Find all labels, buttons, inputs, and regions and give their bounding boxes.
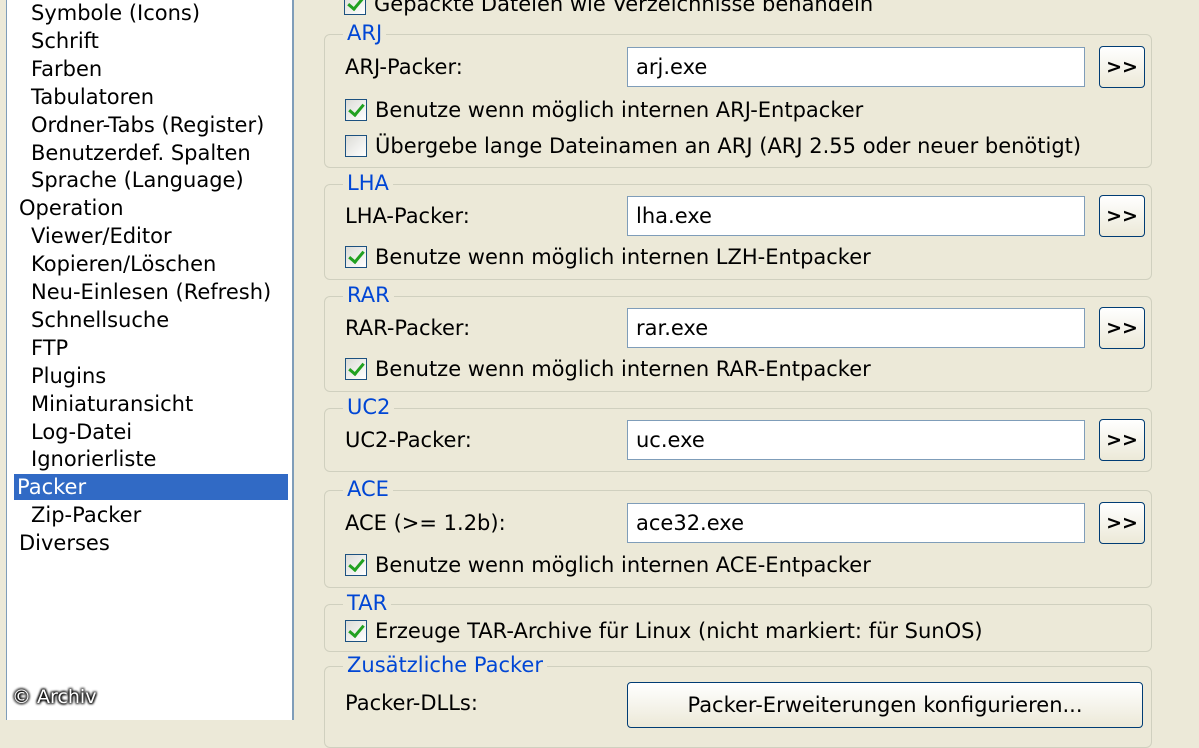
uc2-browse-button[interactable]: >> <box>1099 419 1145 461</box>
ace-packer-input[interactable]: ace32.exe <box>627 503 1085 543</box>
settings-tree[interactable]: Symbole (Icons) Schrift Farben Tabulatoren O… <box>0 0 294 720</box>
configure-packer-extensions-button[interactable]: Packer-Erweiterungen konfigurieren... <box>627 682 1143 728</box>
tree-item[interactable]: Symbole (Icons) <box>28 0 203 26</box>
group-uc2: UC2 UC2-Packer: uc.exe >> <box>324 395 1152 472</box>
tree-item[interactable]: FTP <box>28 335 71 361</box>
checkbox-box[interactable] <box>345 99 367 121</box>
group-title-arj: ARJ <box>343 21 387 45</box>
checkbox-label: Benutze wenn möglich internen ARJ-Entpac… <box>375 98 864 122</box>
packer-dlls-label: Packer-DLLs: <box>345 691 478 715</box>
checkbox-label: Benutze wenn möglich internen ACE-Entpac… <box>375 553 871 577</box>
checkbox-label: Gepackte Dateien wie Verzeichnisse behan… <box>374 0 874 16</box>
tree-item[interactable]: Ordner-Tabs (Register) <box>28 112 267 138</box>
tree-item[interactable]: Tabulatoren <box>28 84 157 110</box>
group-rar: RAR RAR-Packer: rar.exe >> Benutze wenn … <box>324 283 1152 392</box>
group-tar: TAR Erzeuge TAR-Archive für Linux (nicht… <box>324 591 1152 652</box>
uc2-packer-label: UC2-Packer: <box>345 428 472 452</box>
group-title-extra: Zusätzliche Packer <box>343 653 547 677</box>
checkbox-tar-linux[interactable]: Erzeuge TAR-Archive für Linux (nicht mar… <box>345 617 983 645</box>
tree-item[interactable]: Schrift <box>28 28 102 54</box>
lha-packer-label: LHA-Packer: <box>345 204 470 228</box>
group-extra-packers: Zusätzliche Packer Packer-DLLs: Packer-E… <box>324 653 1152 748</box>
tree-item[interactable]: Ignorierliste <box>28 446 159 472</box>
group-ace: ACE ACE (>= 1.2b): ace32.exe >> Benutze … <box>324 477 1152 588</box>
checkbox-box[interactable] <box>345 358 367 380</box>
checkbox-label: Übergebe lange Dateinamen an ARJ (ARJ 2.… <box>375 134 1082 158</box>
arj-packer-input[interactable]: arj.exe <box>627 47 1085 87</box>
rar-packer-label: RAR-Packer: <box>345 316 471 340</box>
tree-item[interactable]: Farben <box>28 56 105 82</box>
copyright-watermark: © Archiv <box>12 686 97 708</box>
tree-item[interactable]: Kopieren/Löschen <box>28 251 219 277</box>
tree-item[interactable]: Benutzerdef. Spalten <box>28 140 254 166</box>
lha-browse-button[interactable]: >> <box>1099 195 1145 237</box>
group-title-ace: ACE <box>343 477 393 501</box>
checkbox-label: Benutze wenn möglich internen LZH-Entpac… <box>375 245 871 269</box>
checkbox-box[interactable] <box>345 554 367 576</box>
lha-packer-input[interactable]: lha.exe <box>627 196 1085 236</box>
uc2-packer-input[interactable]: uc.exe <box>627 420 1085 460</box>
tree-item[interactable]: Plugins <box>28 363 109 389</box>
tree-item[interactable]: Diverses <box>16 530 113 556</box>
checkbox-rar-internal[interactable]: Benutze wenn möglich internen RAR-Entpac… <box>345 355 871 383</box>
rar-packer-input[interactable]: rar.exe <box>627 308 1085 348</box>
group-arj: ARJ ARJ-Packer: arj.exe >> Benutze wenn … <box>324 21 1152 168</box>
tree-item[interactable]: Miniaturansicht <box>28 391 196 417</box>
tree-item[interactable]: Neu-Einlesen (Refresh) <box>28 279 274 305</box>
rar-browse-button[interactable]: >> <box>1099 307 1145 349</box>
group-title-uc2: UC2 <box>343 395 395 419</box>
checkbox-packed-as-folders[interactable]: Gepackte Dateien wie Verzeichnisse behan… <box>344 0 873 18</box>
checkbox-arj-internal[interactable]: Benutze wenn möglich internen ARJ-Entpac… <box>345 96 863 124</box>
packer-settings-panel: Gepackte Dateien wie Verzeichnisse behan… <box>294 0 1199 748</box>
tree-item[interactable]: Operation <box>16 195 127 221</box>
checkbox-label: Erzeuge TAR-Archive für Linux (nicht mar… <box>375 619 983 643</box>
arj-browse-button[interactable]: >> <box>1099 46 1145 88</box>
tree-item[interactable]: Schnellsuche <box>28 307 172 333</box>
checkbox-box[interactable] <box>345 246 367 268</box>
checkbox-label: Benutze wenn möglich internen RAR-Entpac… <box>375 357 871 381</box>
tree-item[interactable]: Viewer/Editor <box>28 223 175 249</box>
group-title-lha: LHA <box>343 171 393 195</box>
group-lha: LHA LHA-Packer: lha.exe >> Benutze wenn … <box>324 171 1152 280</box>
tree-item[interactable]: Sprache (Language) <box>28 167 247 193</box>
ace-packer-label: ACE (>= 1.2b): <box>345 511 506 535</box>
tree-item[interactable]: Log-Datei <box>28 419 135 445</box>
checkbox-box[interactable] <box>344 0 366 15</box>
checkbox-box[interactable] <box>345 620 367 642</box>
arj-packer-label: ARJ-Packer: <box>345 55 463 79</box>
group-title-rar: RAR <box>343 283 394 307</box>
group-title-tar: TAR <box>343 591 392 615</box>
ace-browse-button[interactable]: >> <box>1099 502 1145 544</box>
checkbox-box[interactable] <box>345 135 367 157</box>
checkbox-lzh-internal[interactable]: Benutze wenn möglich internen LZH-Entpac… <box>345 243 871 271</box>
tree-item[interactable]: Zip-Packer <box>28 502 144 528</box>
tree-border <box>0 0 7 720</box>
checkbox-arj-longnames[interactable]: Übergebe lange Dateinamen an ARJ (ARJ 2.… <box>345 132 1081 160</box>
tree-item[interactable]: Packer <box>14 474 288 501</box>
checkbox-ace-internal[interactable]: Benutze wenn möglich internen ACE-Entpac… <box>345 551 871 579</box>
